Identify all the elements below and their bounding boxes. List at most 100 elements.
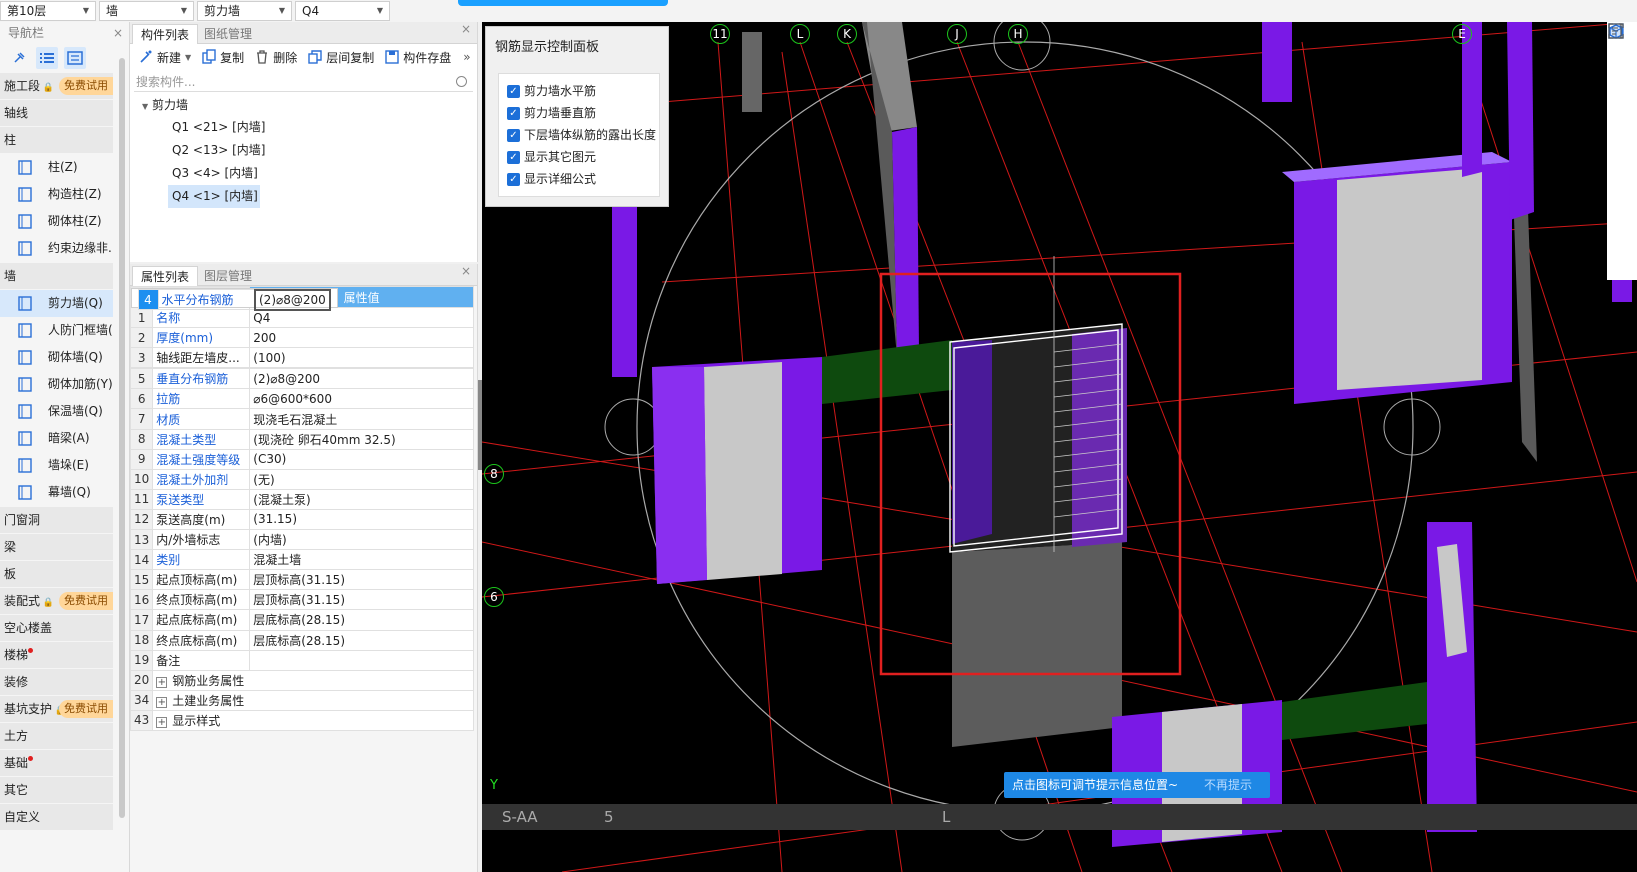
nav-item[interactable]: 墙垛(E) (0, 452, 113, 479)
tree-item[interactable]: Q4 <1> [内墙] (168, 185, 260, 208)
property-value[interactable]: (C30) (249, 448, 474, 470)
nav-category[interactable]: 门窗洞 (0, 507, 113, 533)
tree-item[interactable]: Q3 <4> [内墙] (168, 162, 260, 185)
2d-view-icon[interactable]: 2D (1607, 23, 1637, 74)
tab-component-list[interactable]: 构件列表 (132, 24, 199, 44)
property-row[interactable]: 4 水平分布钢筋 (2)⌀8@200 (130, 287, 338, 311)
nav-item[interactable]: 砌体墙(Q) (0, 344, 113, 371)
nav-category[interactable]: 柱 (0, 127, 113, 153)
expand-icon[interactable]: + (156, 676, 168, 688)
tree-item[interactable]: Q1 <21> [内墙] (168, 116, 265, 139)
rebar-option-checkbox[interactable]: ✓ 剪力墙垂直筋 (507, 102, 659, 124)
rebar-option-checkbox[interactable]: ✓ 剪力墙水平筋 (507, 80, 659, 102)
nav-category[interactable]: 基础 (0, 750, 113, 776)
property-value[interactable]: (31.15) (249, 508, 474, 531)
close-icon[interactable]: × (113, 22, 123, 44)
component-select[interactable]: Q4 ▼ (295, 1, 390, 21)
property-row[interactable]: 9 混凝土强度等级 (C30) (129, 448, 474, 470)
property-row[interactable]: 19 备注 (129, 649, 474, 671)
property-row[interactable]: 2 厚度(mm) 200 (129, 327, 474, 349)
rebar-option-checkbox[interactable]: ✓ 下层墙体纵筋的露出长度 (507, 124, 659, 146)
dismiss-hint-button[interactable]: 不再提示 (1204, 772, 1252, 798)
nav-category[interactable]: 梁 (0, 534, 113, 560)
close-icon[interactable]: × (461, 264, 471, 278)
property-value[interactable]: ⌀6@600*600 (249, 388, 474, 410)
tab-layer-management[interactable]: 图层管理 (196, 266, 260, 286)
property-row[interactable]: 12 泵送高度(m) (31.15) (129, 508, 474, 531)
nav-category[interactable]: 轴线 (0, 100, 113, 126)
delete-button[interactable]: 删除 (250, 46, 303, 68)
nav-category[interactable]: 自定义 (0, 804, 113, 830)
save-component-button[interactable]: 构件存盘 (380, 46, 457, 68)
property-row[interactable]: 10 混凝土外加剂 (无) (129, 468, 474, 490)
property-row[interactable]: 7 材质 现浇毛石混凝土 (129, 408, 474, 430)
property-value[interactable] (249, 649, 474, 671)
detail-view-icon[interactable] (64, 47, 86, 69)
nav-item[interactable]: 柱(Z) (0, 154, 113, 181)
property-value[interactable]: (无) (249, 468, 474, 490)
tab-drawing-management[interactable]: 图纸管理 (196, 24, 260, 44)
category-select[interactable]: 墙 ▼ (99, 1, 194, 21)
nav-category[interactable]: 空心楼盖 (0, 615, 113, 641)
nav-item[interactable]: 剪力墙(Q) (0, 290, 113, 317)
property-row[interactable]: 18 终点底标高(m) 层底标高(28.15) (129, 629, 474, 651)
3d-viewport[interactable]: 11 L K J H E 8 6 S-AA 5 L 钢筋显示控制面板 ✓ 剪力墙水平筋 ✓ 剪力墙垂直筋 ✓… (482, 22, 1637, 872)
view-cube-icon[interactable] (1607, 24, 1637, 178)
nav-item[interactable]: 砌体加筋(Y) (0, 371, 113, 398)
property-row[interactable]: 3 轴线距左墙皮... (100) (129, 347, 474, 369)
hint-toast[interactable]: 点击图标可调节提示信息位置~ 不再提示 (1004, 772, 1270, 798)
nav-category[interactable]: 基坑支护 🔒免费试用 (0, 696, 113, 722)
nav-item[interactable]: 人防门框墙(. (0, 317, 113, 344)
property-value[interactable]: (2)⌀8@200 (249, 368, 474, 390)
settings-list-icon[interactable] (1607, 23, 1637, 204)
tree-item[interactable]: Q2 <13> [内墙] (168, 139, 265, 162)
nav-category[interactable]: 装配式 🔒 免费试用 (0, 588, 113, 614)
type-select[interactable]: 剪力墙 ▼ (197, 1, 292, 21)
free-trial-badge[interactable]: 免费试用 (59, 77, 113, 95)
property-value[interactable]: 层底标高(28.15) (249, 629, 474, 651)
free-trial-badge[interactable]: 免费试用 (59, 592, 113, 610)
property-value[interactable]: 层底标高(28.15) (249, 609, 474, 631)
free-trial-badge[interactable]: 免费试用 (59, 700, 113, 718)
nav-item[interactable]: 幕墙(Q) (0, 479, 113, 506)
property-value[interactable]: (2)⌀8@200 (254, 288, 331, 311)
nav-item[interactable]: 构造柱(Z) (0, 181, 113, 208)
property-value[interactable]: 200 (249, 327, 474, 349)
expand-icon[interactable]: + (156, 716, 168, 728)
fullscreen-icon[interactable] (1607, 23, 1637, 152)
property-value[interactable]: 现浇毛石混凝土 (249, 408, 474, 430)
rebar-option-checkbox[interactable]: ✓ 显示其它图元 (507, 146, 659, 168)
property-row[interactable]: 13 内/外墙标志 (内墙) (129, 529, 474, 551)
nav-item[interactable]: 砌体柱(Z) (0, 208, 113, 235)
property-value[interactable]: (100) (249, 347, 474, 369)
tab-property-list[interactable]: 属性列表 (132, 266, 199, 286)
rebar-option-checkbox[interactable]: ✓ 显示详细公式 (507, 168, 659, 190)
component-search-input[interactable]: 搜索构件... (134, 72, 473, 92)
nav-category[interactable]: 装修 (0, 669, 113, 695)
property-row[interactable]: 16 终点顶标高(m) 层顶标高(31.15) (129, 589, 474, 611)
property-row[interactable]: 8 混凝土类型 (现浇砼 卵石40mm 32.5) (129, 428, 474, 450)
property-value[interactable]: 混凝土墙 (249, 549, 474, 571)
close-icon[interactable]: × (461, 22, 471, 36)
nav-category[interactable]: 墙 (0, 263, 113, 289)
property-row[interactable]: 14 类别 混凝土墙 (129, 549, 474, 571)
copy-button[interactable]: 复制 (197, 46, 250, 68)
nav-item[interactable]: 保温墙(Q) (0, 398, 113, 425)
property-row[interactable]: 20 + 钢筋业务属性 (129, 669, 474, 691)
floor-copy-button[interactable]: 层间复制 (303, 46, 380, 68)
rotation-handle-left[interactable] (604, 398, 662, 456)
nav-category[interactable]: 土方 (0, 723, 113, 749)
nav-category[interactable]: 楼梯 (0, 642, 113, 668)
property-row[interactable]: 34 + 土建业务属性 (129, 689, 474, 711)
nav-category[interactable]: 其它 (0, 777, 113, 803)
nav-scrollbar[interactable] (119, 58, 125, 818)
property-value[interactable]: 层顶标高(31.15) (249, 569, 474, 591)
property-value[interactable]: (现浇砼 卵石40mm 32.5) (249, 428, 474, 450)
nav-item[interactable]: 约束边缘非... (0, 235, 113, 262)
property-row[interactable]: 43 + 显示样式 (129, 709, 474, 731)
property-row[interactable]: 15 起点顶标高(m) 层顶标高(31.15) (129, 569, 474, 591)
property-value[interactable]: (混凝土泵) (249, 488, 474, 510)
nav-item[interactable]: 暗梁(A) (0, 425, 113, 452)
property-row[interactable]: 6 拉筋 ⌀6@600*600 (129, 388, 474, 410)
property-row[interactable]: 5 垂直分布钢筋 (2)⌀8@200 (129, 368, 474, 390)
